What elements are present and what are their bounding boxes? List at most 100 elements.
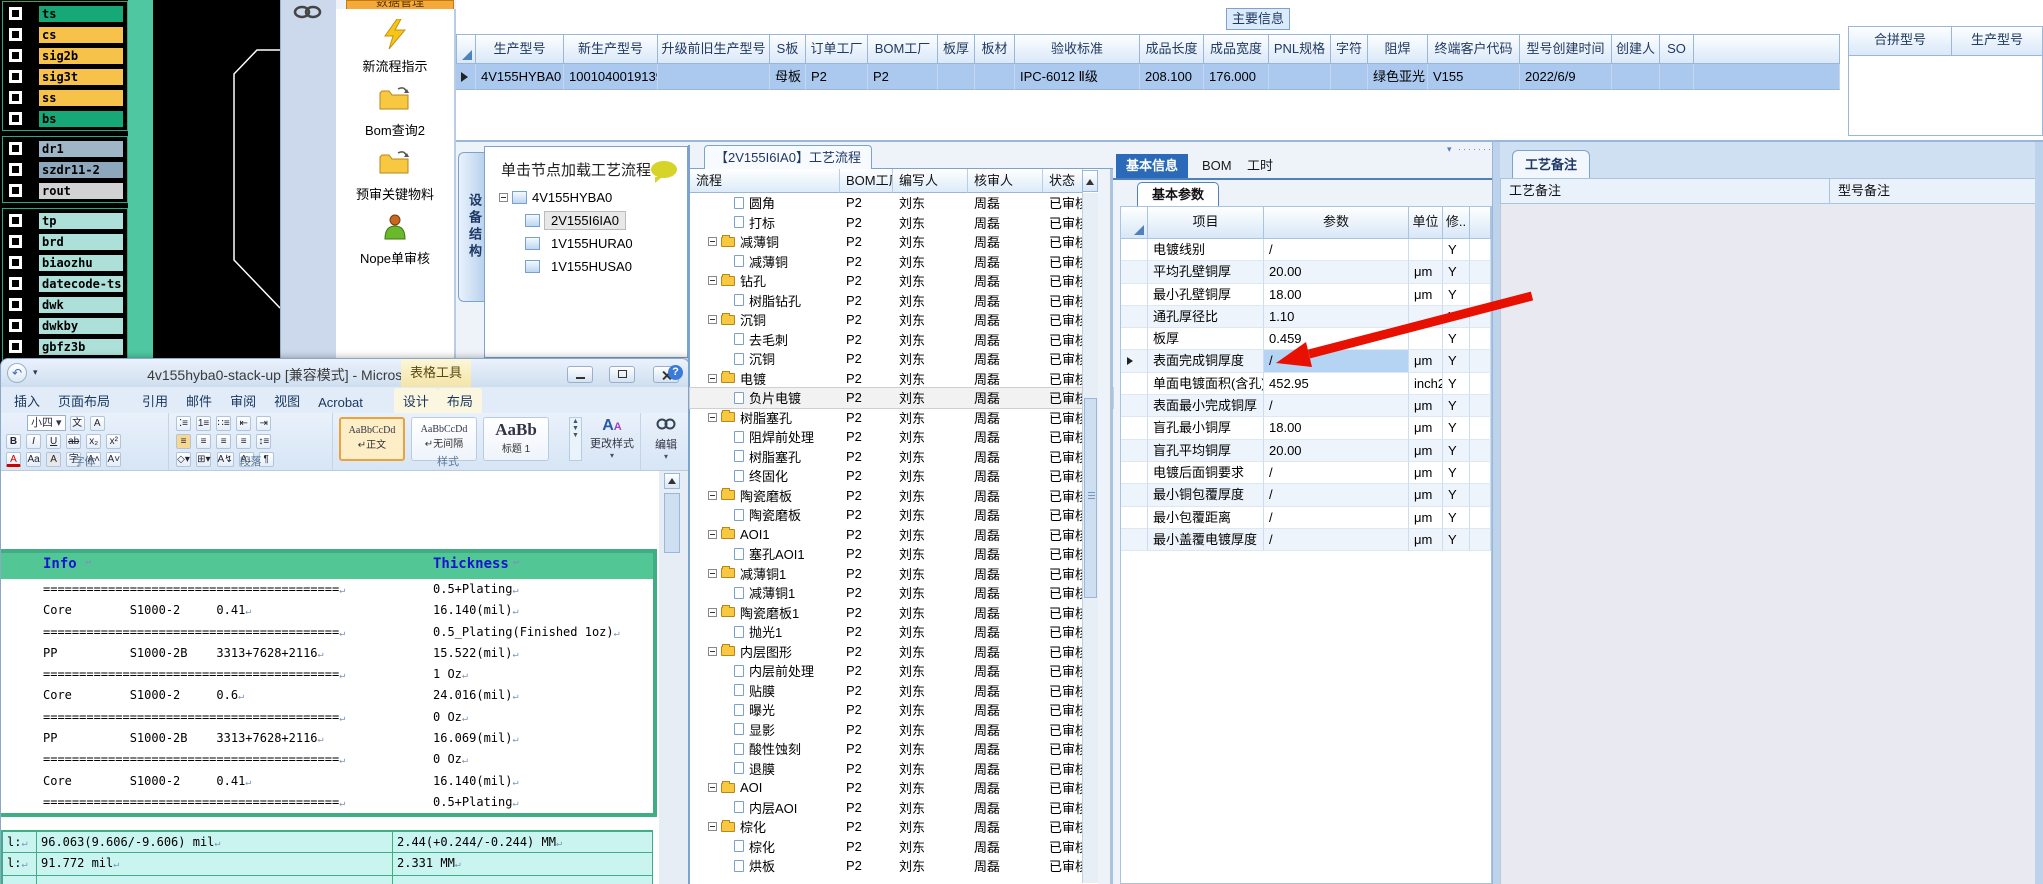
collapse-icon[interactable]: [708, 607, 717, 617]
maximize-button[interactable]: [609, 366, 635, 383]
param-row[interactable]: 平均孔壁铜厚 20.00 μm Y: [1121, 261, 1491, 284]
font-size-select[interactable]: 小四 ▾: [27, 415, 66, 431]
param-value-cell[interactable]: /: [1264, 461, 1409, 485]
tab-data-management[interactable]: 数据管理: [346, 0, 454, 9]
param-row[interactable]: 电镀线别 / Y: [1121, 239, 1491, 262]
superscript-button[interactable]: x²: [106, 434, 122, 449]
phonetic-icon[interactable]: 文: [69, 416, 85, 431]
layer-row[interactable]: rout: [3, 180, 127, 201]
tree-node-child[interactable]: 2V155I6IA0: [485, 209, 687, 232]
column-header[interactable]: 新生产型号: [564, 34, 658, 64]
collapse-icon[interactable]: [708, 276, 717, 286]
tab-process-flow[interactable]: 【2V155I6IA0】工艺流程: [704, 145, 872, 169]
ribbon-tab-插入[interactable]: 插入: [5, 388, 49, 413]
process-row[interactable]: 沉铜 P2 刘东 周磊 已审核: [690, 310, 1113, 330]
char-border-icon[interactable]: A: [89, 416, 105, 431]
layer-checkbox[interactable]: [9, 142, 22, 155]
param-column-header[interactable]: 单位: [1409, 207, 1443, 239]
word-document[interactable]: Info ↵ Thickness ↵ =======================…: [1, 471, 659, 884]
process-row[interactable]: 退膜 P2 刘东 周磊 已审核: [690, 759, 1113, 779]
param-value-cell[interactable]: 18.00: [1264, 283, 1409, 306]
process-column-header[interactable]: 状态: [1043, 169, 1083, 193]
param-column-header[interactable]: 参数: [1264, 207, 1409, 239]
process-row[interactable]: 塞孔AOI1 P2 刘东 周磊 已审核: [690, 544, 1113, 564]
layer-checkbox[interactable]: [9, 298, 22, 311]
column-header[interactable]: 创建人: [1612, 34, 1660, 64]
layer-checkbox[interactable]: [9, 277, 22, 290]
column-header[interactable]: 型号创建时间: [1520, 34, 1612, 64]
column-header[interactable]: BOM工厂: [868, 34, 938, 64]
process-row[interactable]: AOI P2 刘东 周磊 已审核: [690, 778, 1113, 798]
tab-BOM[interactable]: BOM: [1192, 154, 1242, 178]
process-column-header[interactable]: 编写人: [893, 169, 968, 193]
layer-row[interactable]: tp: [3, 210, 127, 231]
process-row[interactable]: 去毛刺 P2 刘东 周磊 已审核: [690, 330, 1113, 350]
layer-checkbox[interactable]: [9, 340, 22, 353]
process-row[interactable]: 减薄铜 P2 刘东 周磊 已审核: [690, 252, 1113, 272]
column-header[interactable]: 验收标准: [1015, 34, 1140, 64]
process-row[interactable]: 减薄铜 P2 刘东 周磊 已审核: [690, 232, 1113, 252]
column-header[interactable]: S板: [770, 34, 806, 64]
line-spacing-icon[interactable]: ↕≡: [256, 434, 272, 449]
column-header[interactable]: 板材: [975, 34, 1015, 64]
process-row[interactable]: 钻孔 P2 刘东 周磊 已审核: [690, 271, 1113, 291]
process-row[interactable]: 棕化 P2 刘东 周磊 已审核: [690, 837, 1113, 857]
param-value-cell[interactable]: /: [1264, 395, 1409, 418]
collapse-icon[interactable]: [708, 237, 717, 247]
align-right-icon[interactable]: ≡: [216, 434, 232, 449]
param-row[interactable]: 通孔厚径比 1.10 Y: [1121, 305, 1491, 329]
process-row[interactable]: 棕化 P2 刘东 周磊 已审核: [690, 817, 1113, 837]
column-header[interactable]: PNL规格: [1269, 34, 1331, 64]
process-row[interactable]: 树脂塞孔 P2 刘东 周磊 已审核: [690, 447, 1113, 467]
collapse-icon[interactable]: [708, 412, 717, 422]
tab-equipment-structure[interactable]: 设备结构: [458, 152, 484, 302]
underline-button[interactable]: U: [46, 434, 62, 449]
process-row[interactable]: 电镀 P2 刘东 周磊 已审核: [690, 369, 1113, 389]
param-column-header[interactable]: 修..: [1443, 207, 1470, 239]
layer-checkbox[interactable]: [9, 163, 22, 176]
nav-item-预审关键物料[interactable]: 预审关键物料: [336, 149, 454, 203]
layer-row[interactable]: datecode-ts: [3, 273, 127, 294]
column-header[interactable]: 成品长度: [1140, 34, 1204, 64]
layer-checkbox[interactable]: [9, 49, 22, 62]
param-value-cell[interactable]: 1.10: [1264, 305, 1409, 329]
param-row[interactable]: 表面最小完成铜厚 / μm Y: [1121, 395, 1491, 418]
process-row[interactable]: 沉铜 P2 刘东 周磊 已审核: [690, 349, 1113, 369]
ribbon-tab-设计[interactable]: 设计: [393, 388, 438, 413]
tab-工时[interactable]: 工时: [1237, 154, 1283, 178]
column-header[interactable]: 阻焊: [1368, 34, 1428, 64]
process-row[interactable]: 曝光 P2 刘东 周磊 已审核: [690, 700, 1113, 720]
styles-scroll[interactable]: ▲ ▼ ▼: [569, 417, 582, 461]
column-header[interactable]: 升级前旧生产型号: [658, 34, 770, 64]
column-header[interactable]: 字符: [1331, 34, 1368, 64]
column-header[interactable]: 订单工厂: [806, 34, 868, 64]
layer-checkbox[interactable]: [9, 91, 22, 104]
ribbon-tab-Acrobat[interactable]: Acrobat: [309, 392, 372, 413]
multilevel-icon[interactable]: ∷≡: [216, 416, 232, 431]
param-row[interactable]: 最小铜包覆厚度 / μm Y: [1121, 484, 1491, 507]
tab-基本信息[interactable]: 基本信息: [1116, 154, 1189, 178]
param-row[interactable]: 最小盖覆电镀厚度 / μm Y: [1121, 528, 1491, 552]
param-value-cell[interactable]: 18.00: [1264, 417, 1409, 440]
column-header[interactable]: 生产型号: [476, 34, 564, 64]
tree-node-child[interactable]: 1V155HURA0: [485, 232, 687, 255]
main-info-badge[interactable]: 主要信息: [1226, 8, 1290, 30]
collapse-icon[interactable]: [708, 315, 717, 325]
tab-basic-params[interactable]: 基本参数: [1137, 182, 1220, 206]
param-value-cell[interactable]: /: [1264, 506, 1409, 529]
process-row[interactable]: 抛光1 P2 刘东 周磊 已审核: [690, 622, 1113, 642]
process-row[interactable]: 树脂塞孔 P2 刘东 周磊 已审核: [690, 408, 1113, 428]
process-column-header[interactable]: 流程: [690, 169, 840, 193]
product-row[interactable]: 4V155HYBA010010400191393母板P2P2IPC-6012 Ⅱ…: [456, 64, 1840, 90]
process-row[interactable]: 内层前处理 P2 刘东 周磊 已审核: [690, 661, 1113, 681]
nav-item-新流程指示[interactable]: 新流程指示: [336, 18, 454, 75]
layer-row[interactable]: dr1: [3, 138, 127, 159]
param-value-cell[interactable]: /: [1264, 528, 1409, 552]
layer-checkbox[interactable]: [9, 319, 22, 332]
scroll-up-button[interactable]: [1082, 170, 1098, 192]
process-row[interactable]: 陶瓷磨板 P2 刘东 周磊 已审核: [690, 505, 1113, 525]
layer-checkbox[interactable]: [9, 112, 22, 125]
edit-button[interactable]: 编辑 ▾: [647, 417, 685, 461]
notes-column-header[interactable]: 型号备注: [1830, 178, 2043, 204]
layer-row[interactable]: cs: [3, 24, 127, 45]
